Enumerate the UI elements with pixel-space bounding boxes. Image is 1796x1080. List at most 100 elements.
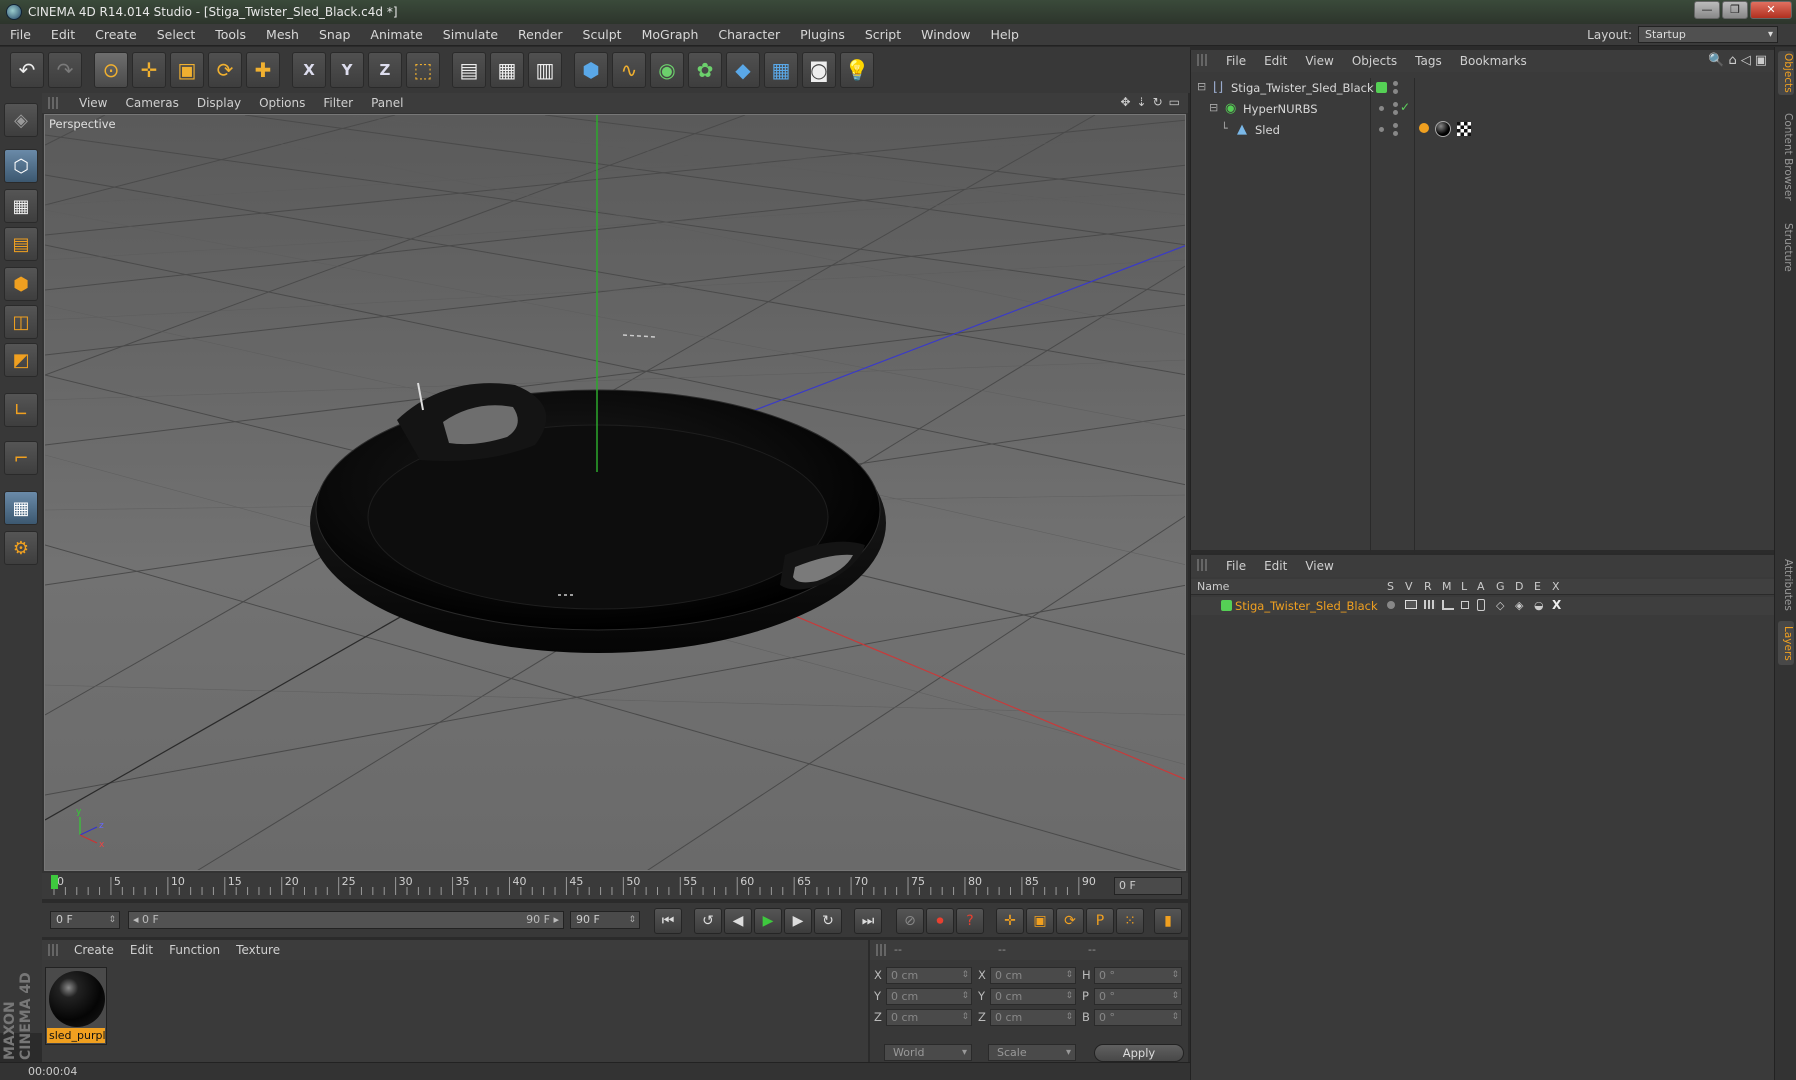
col-locked[interactable]: L [1461, 580, 1467, 593]
keyframe-selection-button[interactable]: ? [956, 908, 984, 934]
array-button[interactable]: ✿ [688, 52, 722, 88]
snap-button[interactable]: ⌐ [4, 441, 38, 475]
search-icon[interactable]: 🔍 [1708, 53, 1724, 68]
position-key-button[interactable]: ✛ [996, 908, 1024, 934]
layer-dot[interactable] [1379, 127, 1384, 132]
material-menu-texture[interactable]: Texture [228, 943, 288, 957]
spline-button[interactable]: ∿ [612, 52, 646, 88]
size-x-field[interactable]: 0 cm [990, 967, 1076, 984]
z-axis-lock-button[interactable]: Z [368, 52, 402, 88]
xref-toggle-icon[interactable]: X [1552, 598, 1561, 612]
enabled-check-icon[interactable]: ✓ [1400, 100, 1410, 114]
tab-content-browser[interactable]: Content Browser [1778, 107, 1794, 207]
manager-toggle-icon[interactable] [1442, 600, 1454, 610]
axis-mode-button[interactable]: ∟ [4, 393, 38, 427]
col-expressions[interactable]: E [1534, 580, 1541, 593]
panel-grip-icon[interactable] [1197, 559, 1209, 571]
phong-tag-icon[interactable] [1419, 123, 1429, 133]
om-menu-bookmarks[interactable]: Bookmarks [1451, 54, 1536, 68]
make-editable-button[interactable]: ◈ [4, 103, 38, 137]
viewport-menu-filter[interactable]: Filter [314, 96, 362, 110]
autokey-button[interactable]: ⏺ [926, 908, 954, 934]
material-menu-function[interactable]: Function [161, 943, 228, 957]
layout-select[interactable]: Startup [1638, 26, 1778, 43]
editor-visibility-dot[interactable] [1393, 81, 1398, 86]
undo-button[interactable]: ↶ [10, 52, 44, 88]
edges-mode-button[interactable]: ◫ [4, 305, 38, 339]
menu-mograph[interactable]: MoGraph [632, 27, 709, 42]
add-tool-button[interactable]: ✚ [246, 52, 280, 88]
lm-menu-file[interactable]: File [1217, 559, 1255, 573]
menu-help[interactable]: Help [980, 27, 1029, 42]
size-mode-dropdown[interactable]: Scale [988, 1044, 1076, 1061]
perspective-viewport[interactable]: y z x Perspective [44, 114, 1186, 871]
size-z-field[interactable]: 0 cm [990, 1009, 1076, 1026]
frame-range-slider[interactable]: ◂ 0 F 90 F ▸ [128, 911, 564, 929]
material-menu-create[interactable]: Create [66, 943, 122, 957]
parameter-key-button[interactable]: P [1086, 908, 1114, 934]
menu-script[interactable]: Script [855, 27, 911, 42]
col-solo[interactable]: S [1387, 580, 1394, 593]
layer-row[interactable]: Stiga_Twister_Sled_Black ◇ ◈ ◒ X [1191, 597, 1775, 615]
menu-create[interactable]: Create [85, 27, 147, 42]
menu-mesh[interactable]: Mesh [256, 27, 309, 42]
col-generators[interactable]: G [1496, 580, 1505, 593]
start-frame-field[interactable]: 0 F [50, 911, 120, 929]
camera-button[interactable]: ◙ [802, 52, 836, 88]
nurbs-button[interactable]: ◉ [650, 52, 684, 88]
layer-name[interactable]: Stiga_Twister_Sled_Black [1235, 599, 1378, 613]
viewport-menu-cameras[interactable]: Cameras [116, 96, 187, 110]
view-toggle-icon[interactable] [1405, 600, 1417, 609]
redo-button[interactable]: ↷ [48, 52, 82, 88]
render-picture-viewer-button[interactable]: ▦ [490, 52, 524, 88]
back-icon[interactable]: ◁ [1741, 53, 1751, 68]
om-menu-objects[interactable]: Objects [1343, 54, 1406, 68]
current-frame-field[interactable]: 0 F [1114, 877, 1182, 895]
viewport-menu-display[interactable]: Display [188, 96, 250, 110]
viewport-menu-panel[interactable]: Panel [362, 96, 412, 110]
rotation-key-button[interactable]: ⟳ [1056, 908, 1084, 934]
toggle-view-icon[interactable]: ▭ [1169, 95, 1180, 109]
live-selection-button[interactable]: ⊙ [94, 52, 128, 88]
maximize-button[interactable]: ❐ [1722, 1, 1748, 19]
render-view-button[interactable]: ▤ [452, 52, 486, 88]
rot-p-field[interactable]: 0 ° [1094, 988, 1182, 1005]
menu-simulate[interactable]: Simulate [433, 27, 508, 42]
render-visibility-dot[interactable] [1393, 131, 1398, 136]
panel-grip-icon[interactable] [876, 944, 888, 956]
menu-window[interactable]: Window [911, 27, 980, 42]
render-visibility-dot[interactable] [1393, 110, 1398, 115]
pan-view-icon[interactable]: ✥ [1120, 95, 1130, 109]
render-settings-button[interactable]: ▥ [528, 52, 562, 88]
rotate-view-icon[interactable]: ↻ [1153, 95, 1163, 109]
editor-visibility-dot[interactable] [1393, 102, 1398, 107]
animation-toggle-icon[interactable] [1477, 599, 1485, 611]
y-axis-lock-button[interactable]: Y [330, 52, 364, 88]
collapse-icon[interactable]: ⊟ [1197, 80, 1206, 93]
play-button[interactable]: ▶ [754, 908, 782, 934]
menu-snap[interactable]: Snap [309, 27, 360, 42]
om-menu-edit[interactable]: Edit [1255, 54, 1296, 68]
viewport-menu-view[interactable]: View [70, 96, 116, 110]
menu-character[interactable]: Character [708, 27, 790, 42]
coordinate-space-dropdown[interactable]: World [884, 1044, 972, 1061]
lock-toggle-icon[interactable] [1461, 601, 1469, 609]
move-tool-button[interactable]: ✛ [132, 52, 166, 88]
minimize-button[interactable]: — [1694, 1, 1720, 19]
uvw-tag-icon[interactable] [1457, 122, 1471, 136]
coordinate-system-button[interactable]: ⬚ [406, 52, 440, 88]
next-frame-button[interactable]: ▶ [784, 908, 812, 934]
tab-attributes[interactable]: Attributes [1778, 555, 1794, 615]
menu-render[interactable]: Render [508, 27, 573, 42]
layer-dot[interactable] [1379, 106, 1384, 111]
scale-tool-button[interactable]: ▣ [170, 52, 204, 88]
layer-color-swatch[interactable] [1376, 82, 1387, 93]
lm-menu-edit[interactable]: Edit [1255, 559, 1296, 573]
object-row-root[interactable]: ⊟ ⌊⌋ Stiga_Twister_Sled_Black [1191, 78, 1775, 98]
rot-h-field[interactable]: 0 ° [1094, 967, 1182, 984]
points-mode-button[interactable]: ⬢ [4, 267, 38, 301]
expressions-toggle-icon[interactable]: ◒ [1534, 599, 1544, 612]
menu-edit[interactable]: Edit [41, 27, 85, 42]
deformer-button[interactable]: ◆ [726, 52, 760, 88]
previous-key-button[interactable]: ↺ [694, 908, 722, 934]
